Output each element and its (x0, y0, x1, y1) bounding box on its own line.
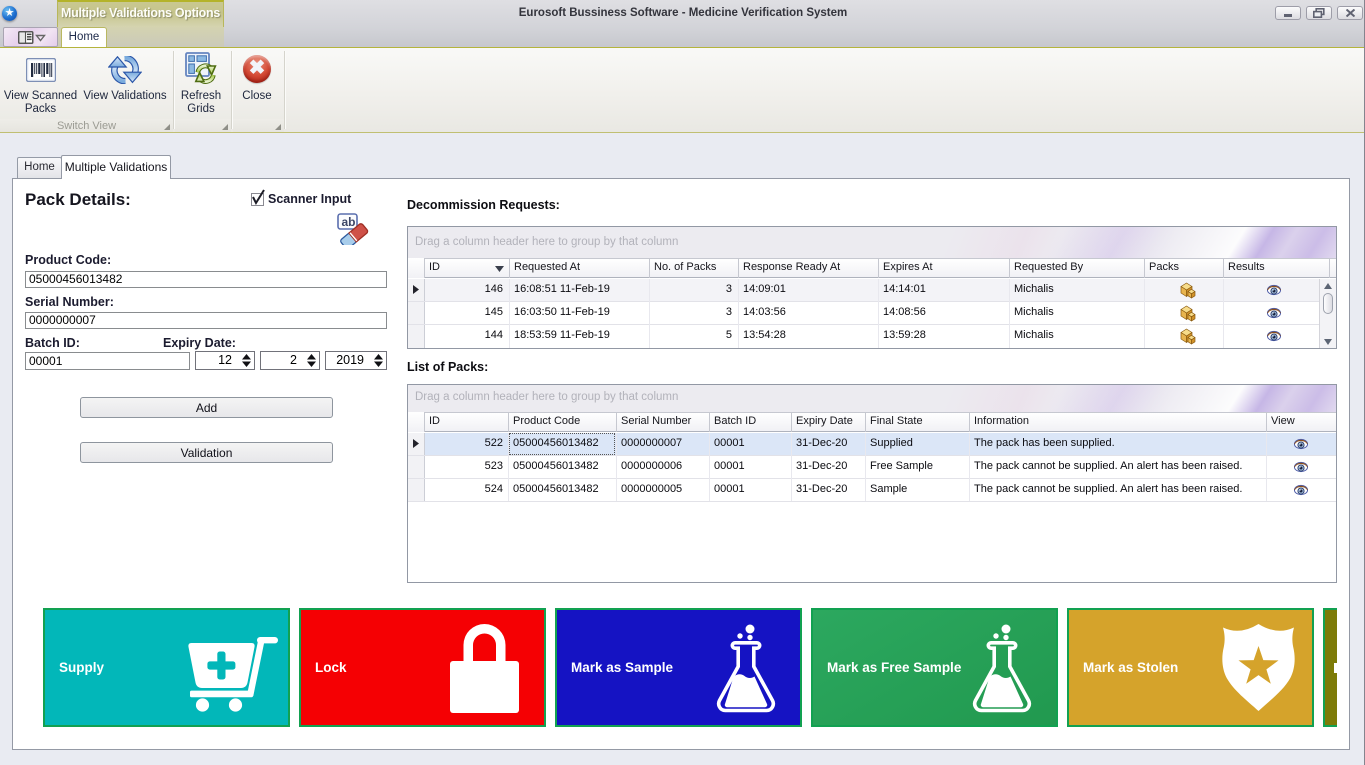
svg-text:ab: ab (342, 215, 356, 229)
